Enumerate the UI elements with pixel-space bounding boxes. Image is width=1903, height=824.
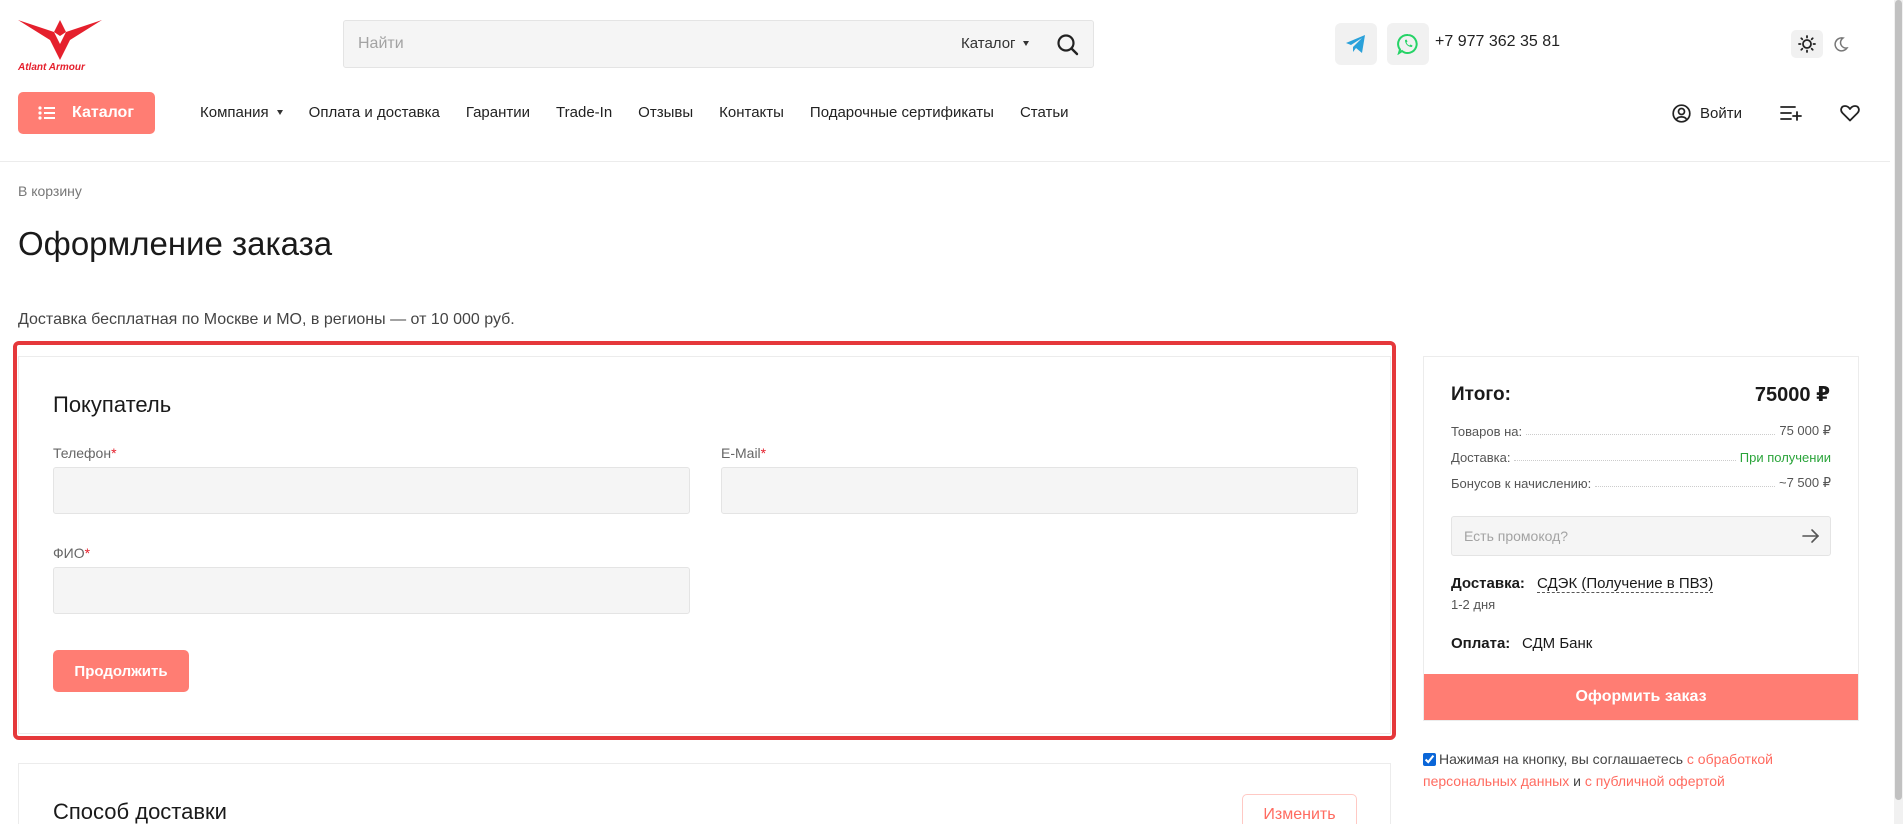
compare-button[interactable] [1780,104,1802,128]
back-to-cart-link[interactable]: В корзину [18,183,82,199]
delivery-time: 1-2 дня [1451,597,1496,612]
place-order-button[interactable]: Оформить заказ [1424,674,1858,720]
main-nav: Компания Оплата и доставка Гарантии Trad… [200,104,1095,121]
delivery-option-link[interactable]: СДЭК (Получение в ПВЗ) [1537,575,1714,593]
agreement-text: Нажимая на кнопку, вы соглашаетесь [1439,751,1687,767]
search-category-select[interactable]: Каталог [961,35,1029,52]
summary-row: Бонусов к начислению: ~7 500 ₽ [1451,473,1831,491]
logo[interactable]: Atlant Armour [18,18,102,73]
summary-total: 75000 ₽ [1754,384,1830,406]
nav-item-trade-in[interactable]: Trade-In [556,104,612,121]
logo-text: Atlant Armour [18,62,85,73]
nav-item-articles[interactable]: Статьи [1020,104,1069,121]
nav-item-gift-certificates[interactable]: Подарочные сертификаты [810,104,994,121]
summary-title: Итого: [1451,384,1511,405]
dotted-leader [1526,434,1776,435]
scrollbar[interactable] [1894,0,1903,824]
agreement-checkbox[interactable] [1423,753,1436,766]
login-label: Войти [1700,105,1742,122]
logo-emblem-icon [18,20,102,60]
caret-down-icon [1022,41,1029,46]
telegram-button[interactable] [1335,23,1377,65]
catalog-button-label: Каталог [72,104,134,121]
nav-item-payment-delivery[interactable]: Оплата и доставка [309,104,440,121]
nav-item-reviews[interactable]: Отзывы [638,104,693,121]
favorites-button[interactable] [1840,104,1860,127]
whatsapp-button[interactable] [1387,23,1429,65]
summary-row-key: Доставка: [1451,450,1511,465]
summary-row-value: 75 000 ₽ [1779,423,1831,438]
login-button[interactable]: Войти [1672,104,1742,123]
dark-theme-button[interactable] [1827,30,1855,58]
user-icon [1672,104,1691,123]
nav-item-contacts[interactable]: Контакты [719,104,784,121]
summary-row-value: При получении [1739,450,1831,465]
dotted-leader [1595,486,1775,487]
dotted-leader [1514,460,1736,461]
agreement-text-mid: и [1569,773,1585,789]
header-divider [0,161,1890,162]
summary-row-value: ~7 500 ₽ [1778,475,1831,490]
light-theme-button[interactable] [1791,30,1823,58]
scrollbar-thumb[interactable] [1895,0,1902,800]
page-title: Оформление заказа [18,225,333,262]
search-input[interactable] [358,21,918,67]
nav-item-company[interactable]: Компания [200,104,283,121]
search-icon [1057,34,1079,56]
promo-code-input[interactable] [1464,517,1784,555]
summary-row: Товаров на: 75 000 ₽ [1451,421,1831,439]
catalog-button[interactable]: Каталог [18,92,155,134]
header: Atlant Armour Каталог +7 977 362 35 81 [0,0,1890,90]
highlight-frame [13,341,1396,740]
theme-switcher [1791,30,1855,58]
arrow-right-icon [1802,529,1820,543]
payment-value: СДМ Банк [1522,635,1593,652]
agreement: Нажимая на кнопку, вы соглашаетесь с обр… [1423,748,1813,792]
payment-label: Оплата: [1451,635,1511,652]
caret-down-icon [276,110,283,115]
delivery-method-panel: Способ доставки Изменить [18,763,1391,824]
summary-row-key: Бонусов к начислению: [1451,476,1592,491]
menu-list-icon [38,106,55,120]
whatsapp-icon [1397,33,1418,55]
search-bar: Каталог [343,20,1094,68]
public-offer-link[interactable]: с публичной офертой [1585,773,1725,789]
sun-icon [1798,35,1816,53]
apply-promo-button[interactable] [1802,528,1820,549]
phone-link[interactable]: +7 977 362 35 81 [1435,33,1560,51]
delivery-note: Доставка бесплатная по Москве и МО, в ре… [18,311,515,328]
promo-box [1451,516,1831,556]
search-button[interactable] [1055,32,1081,58]
delivery-method-title: Способ доставки [53,799,227,824]
telegram-icon [1346,35,1365,53]
nav-item-guarantees[interactable]: Гарантии [466,104,530,121]
moon-icon [1834,37,1849,52]
heart-icon [1840,105,1860,122]
change-delivery-button[interactable]: Изменить [1242,794,1357,824]
order-summary: Итого: 75000 ₽ Товаров на: 75 000 ₽ Доста… [1423,356,1859,721]
compare-icon [1780,106,1802,121]
delivery-label: Доставка: [1451,575,1525,592]
search-category-label: Каталог [961,35,1016,52]
summary-row: Доставка: При получении [1451,447,1831,465]
summary-row-key: Товаров на: [1451,424,1523,439]
nav-item-label: Компания [200,104,269,121]
